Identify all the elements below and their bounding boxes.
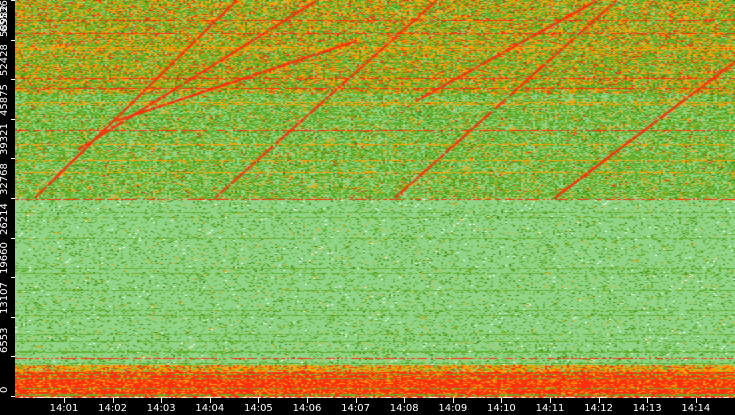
y-tick: [11, 316, 15, 318]
y-tick-label: 13107: [0, 281, 10, 314]
y-tick: [11, 356, 15, 358]
y-tick: [11, 39, 15, 41]
x-tick-label: 14:06: [292, 403, 322, 414]
y-tick-label: 0: [0, 386, 10, 393]
x-tick-label: 14:07: [341, 403, 370, 414]
y-tick-label: 19660: [0, 242, 10, 275]
x-tick-label: 14:03: [146, 403, 176, 414]
y-tick: [11, 237, 15, 239]
x-tick-label: 14:12: [584, 403, 613, 414]
heatmap-plot: [15, 0, 735, 398]
x-tick-label: 14:13: [632, 403, 662, 414]
y-tick-label: 65536: [0, 0, 10, 32]
x-tick-label: 14:09: [438, 403, 468, 414]
y-tick-label: 6553: [0, 327, 10, 354]
x-tick-label: 14:05: [243, 403, 273, 414]
x-tick-label: 14:08: [389, 403, 419, 414]
y-tick: [11, 198, 15, 199]
y-tick: [11, 277, 15, 279]
x-tick-label: 14:04: [195, 403, 225, 414]
y-tick: [11, 79, 15, 81]
x-tick-label: 14:01: [49, 403, 79, 414]
x-tick-label: 14:02: [98, 403, 127, 414]
x-tick-label: 14:11: [535, 403, 565, 414]
y-tick: [11, 0, 15, 1]
x-tick-label: 14:14: [681, 403, 711, 414]
y-tick-label: 32768: [0, 163, 10, 195]
y-tick: [11, 396, 15, 397]
y-tick: [11, 118, 15, 120]
y-tick: [11, 158, 15, 160]
y-tick-label: 45875: [0, 83, 10, 116]
y-tick-label: 52428: [0, 44, 10, 77]
heatmap-canvas: [15, 0, 735, 398]
y-tick-label: 39321: [0, 123, 10, 156]
x-tick-label: 14:10: [486, 403, 516, 414]
y-tick-label: 26214: [0, 202, 10, 235]
